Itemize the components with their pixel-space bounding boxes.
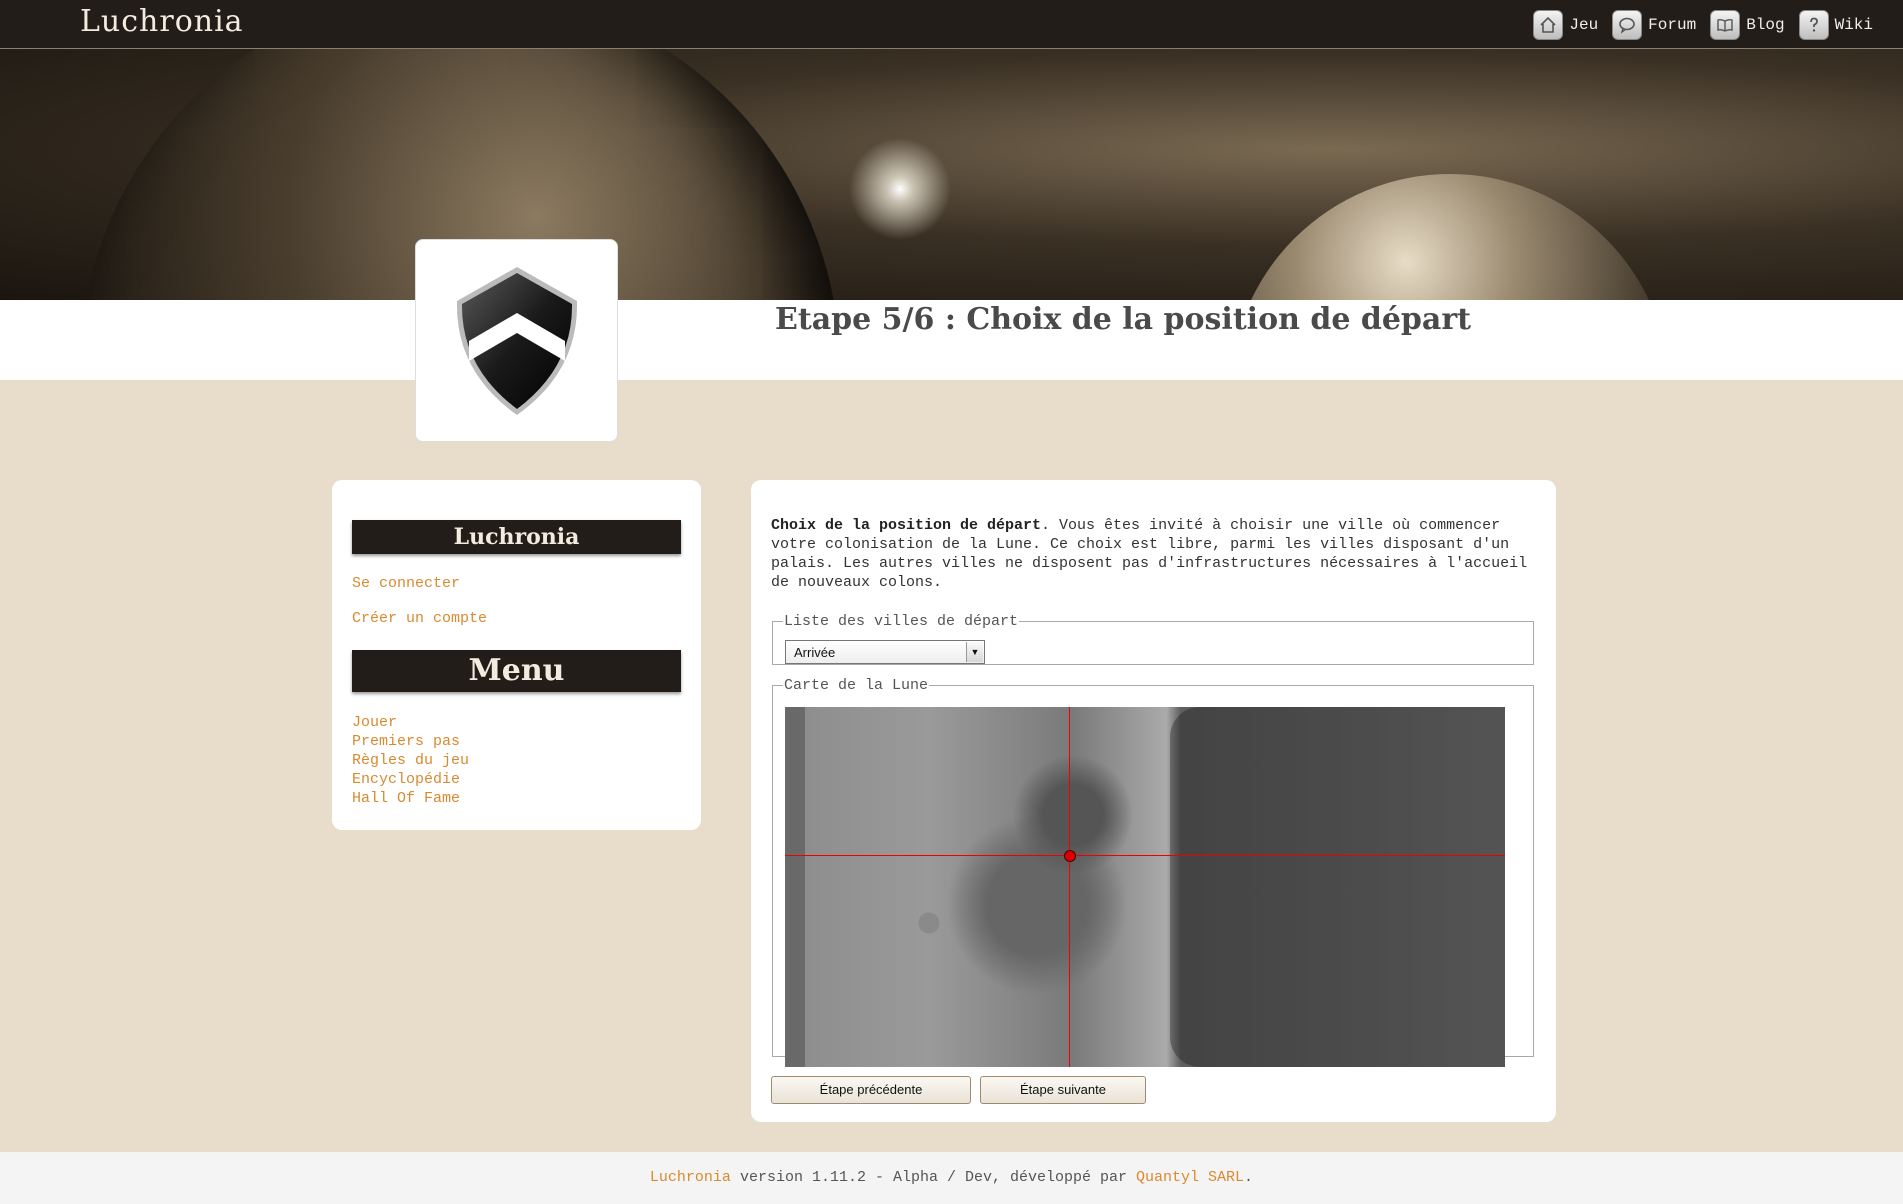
top-bar: Luchronia Jeu Forum Blog Wiki — [0, 0, 1903, 49]
crosshair-vertical — [1069, 707, 1070, 1067]
login-link[interactable]: Se connecter — [352, 575, 460, 592]
crosshair-horizontal — [785, 855, 1505, 856]
intro-text: Choix de la position de départ. Vous ête… — [771, 516, 1541, 592]
cities-fieldset: Liste des villes de départ Arrivée ▼ — [772, 613, 1534, 665]
footer-version: version 1.11.2 - Alpha / Dev, développé … — [730, 1169, 1137, 1186]
nav-link-forum[interactable]: Forum — [1612, 10, 1696, 40]
nav-link-wiki[interactable]: Wiki — [1798, 10, 1873, 40]
page-title: Etape 5/6 : Choix de la position de dépa… — [775, 302, 1471, 337]
footer-end: . — [1244, 1169, 1254, 1186]
speech-bubble-icon — [1612, 10, 1643, 40]
intro-bold: Choix de la position de départ — [771, 517, 1042, 534]
city-select-value: Arrivée — [794, 645, 836, 660]
sun-flare — [840, 129, 960, 249]
footer-company-link[interactable]: Quantyl SARL — [1136, 1169, 1244, 1186]
shield-chevron-icon — [456, 266, 577, 415]
menu-link-jouer[interactable]: Jouer — [352, 714, 397, 731]
moon-image — [1230, 174, 1670, 300]
map-fieldset: Carte de la Lune — [772, 677, 1534, 1067]
menu-link-encyclopedie[interactable]: Encyclopédie — [352, 771, 460, 788]
logo-box — [415, 239, 618, 442]
city-select[interactable]: Arrivée ▼ — [785, 640, 985, 664]
map-dark-side — [1170, 707, 1505, 1067]
map-legend: Carte de la Lune — [784, 677, 929, 694]
footer: Luchronia version 1.11.2 - Alpha / Dev, … — [0, 1152, 1903, 1204]
map-shade — [785, 707, 805, 1067]
site-title[interactable]: Luchronia — [80, 4, 244, 39]
nav-label: Blog — [1746, 16, 1785, 34]
sidebar-panel: Luchronia Se connecter Créer un compte M… — [332, 480, 701, 830]
top-nav: Jeu Forum Blog Wiki — [1533, 10, 1873, 40]
menu-link-premiers-pas[interactable]: Premiers pas — [352, 733, 460, 750]
nav-link-jeu[interactable]: Jeu — [1533, 10, 1598, 40]
footer-app-link[interactable]: Luchronia — [650, 1169, 731, 1186]
cities-legend: Liste des villes de départ — [784, 613, 1019, 630]
previous-step-button[interactable]: Étape précédente — [771, 1076, 971, 1104]
nav-label: Jeu — [1569, 16, 1599, 34]
home-icon — [1533, 10, 1564, 40]
sidebar-title: Luchronia — [352, 520, 681, 554]
nav-link-blog[interactable]: Blog — [1710, 10, 1785, 40]
position-marker[interactable] — [1064, 850, 1076, 862]
menu-link-regles[interactable]: Règles du jeu — [352, 752, 469, 769]
next-step-button[interactable]: Étape suivante — [980, 1076, 1146, 1104]
nav-label: Wiki — [1834, 16, 1873, 34]
space-banner — [0, 49, 1903, 300]
main-panel: Choix de la position de départ. Vous ête… — [751, 480, 1556, 1122]
nav-label: Forum — [1648, 16, 1697, 34]
create-account-link[interactable]: Créer un compte — [352, 610, 487, 627]
moon-map[interactable] — [785, 707, 1505, 1067]
book-icon — [1710, 10, 1741, 40]
menu-title: Menu — [352, 650, 681, 692]
menu-link-hall-of-fame[interactable]: Hall Of Fame — [352, 790, 460, 807]
chevron-down-icon[interactable]: ▼ — [966, 642, 983, 662]
question-icon — [1798, 10, 1829, 40]
